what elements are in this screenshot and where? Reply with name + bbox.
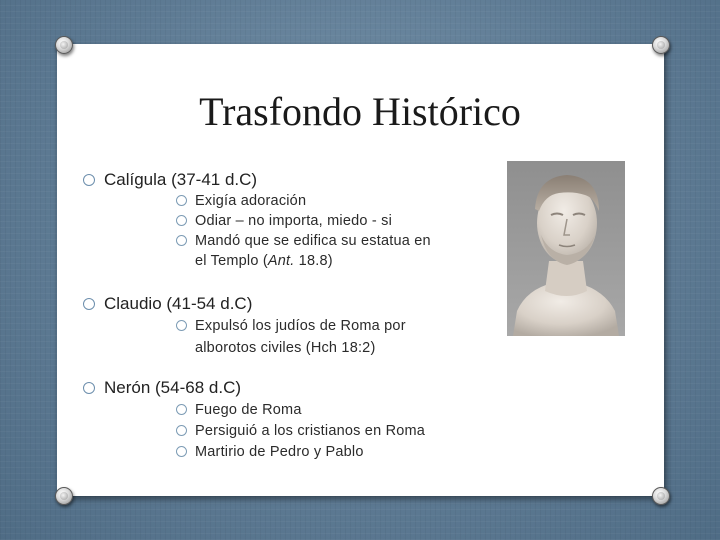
list-item: Mandó que se edifica su estatua en: [176, 233, 431, 249]
section-heading: Calígula (37-41 d.C): [104, 170, 258, 189]
circle-bullet-icon: [83, 174, 95, 186]
list-item: Martirio de Pedro y Pablo: [176, 444, 364, 460]
slide-content: Calígula (37-41 d.C) Exigía adoración Od…: [0, 0, 720, 540]
circle-bullet-icon: [176, 320, 187, 331]
circle-bullet-icon: [176, 235, 187, 246]
circle-bullet-icon: [83, 382, 95, 394]
circle-bullet-icon: [176, 195, 187, 206]
circle-bullet-icon: [176, 425, 187, 436]
section-calígula: Calígula (37-41 d.C): [83, 170, 257, 190]
list-item: Persiguió a los cristianos en Roma: [176, 423, 425, 439]
list-item: Odiar – no importa, miedo - si: [176, 213, 392, 229]
circle-bullet-icon: [176, 446, 187, 457]
circle-bullet-icon: [176, 404, 187, 415]
circle-bullet-icon: [176, 215, 187, 226]
section-heading: Claudio (41-54 d.C): [104, 294, 253, 313]
section-claudio: Claudio (41-54 d.C): [83, 294, 252, 314]
circle-bullet-icon: [83, 298, 95, 310]
list-item-continuation: el Templo (Ant. 18.8): [195, 253, 333, 269]
list-item: Exigía adoración: [176, 193, 306, 209]
list-item: Fuego de Roma: [176, 402, 302, 418]
section-heading: Nerón (54-68 d.C): [104, 378, 242, 397]
list-item-continuation: alborotos civiles (Hch 18:2): [195, 340, 376, 356]
section-neron: Nerón (54-68 d.C): [83, 378, 241, 398]
list-item: Expulsó los judíos de Roma por: [176, 318, 406, 334]
